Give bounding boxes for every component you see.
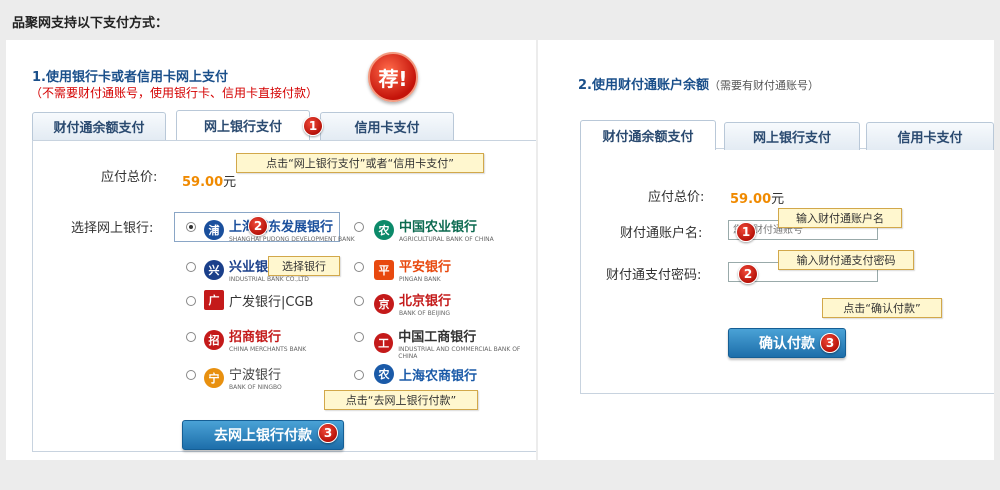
tab-online-banking[interactable]: 网上银行支付 [176,110,310,140]
bank-radio-nbcb[interactable] [186,370,196,380]
select-bank-label: 选择网上银行: [71,221,154,236]
bank-option-abc[interactable]: 农 中国农业银行 AGRICULTURAL BANK OF CHINA [374,216,494,243]
bank-radio-cgb[interactable] [186,296,196,306]
nbcb-logo-icon: 宁 [204,367,224,388]
callout-step2: 选择银行 [268,256,340,276]
cgb-logo-icon: 广 [204,290,224,310]
bank-radio-cib[interactable] [186,262,196,272]
bank-radio-pingan[interactable] [354,262,364,272]
section-subtitle: （不需要财付通账号，使用银行卡、信用卡直接付款） [30,86,319,100]
tab-tenpay-balance[interactable]: 财付通余额支付 [580,120,716,150]
pingan-logo-icon: 平 [374,259,394,280]
callout-step2: 输入财付通支付密码 [778,250,914,270]
account-label: 财付通账户名: [620,226,703,241]
bob-logo-icon: 京 [374,293,394,314]
bank-radio-spdb[interactable] [186,222,196,232]
bank-option-pingan[interactable]: 平 平安银行 PINGAN BANK [374,256,451,283]
step-3-marker: 3 [318,423,338,443]
bank-radio-cmb[interactable] [186,332,196,342]
amount-value: 59.00元 [730,192,785,207]
step-2-marker: 2 [248,216,268,236]
callout-step1: 输入财付通账户名 [778,208,902,228]
amount-value: 59.00元 [182,175,237,190]
recommend-badge: 荐! [368,52,418,102]
bank-option-cgb[interactable]: 广 广发银行|CGB [204,290,313,310]
step-2-marker: 2 [738,264,758,284]
bank-option-cmb[interactable]: 招 招商银行 CHINA MERCHANTS BANK [204,326,306,353]
tab-credit-card[interactable]: 信用卡支付 [320,112,454,140]
callout-step3: 点击“去网上银行付款” [324,390,478,410]
cib-logo-icon: 兴 [204,259,224,280]
spdb-logo-icon: 浦 [204,219,224,240]
tab-online-banking[interactable]: 网上银行支付 [724,122,860,150]
page-title: 品聚网支持以下支付方式： [12,16,169,31]
cmb-logo-icon: 招 [204,329,224,350]
amount-label: 应付总价: [648,190,705,205]
bank-option-spdb[interactable]: 浦 上海浦东发展银行 SHANGHAI PUDONG DEVELOPMENT BA… [204,216,355,243]
tenpay-balance-panel: 2.使用财付通账户余额（需要有财付通账号） 财付通余额支付 网上银行支付 信用卡… [538,40,994,460]
bank-radio-srcb[interactable] [354,370,364,380]
step-1-marker: 1 [303,116,323,136]
icbc-logo-icon: 工 [374,333,394,353]
callout-step3: 点击“确认付款” [822,298,942,318]
bank-option-nbcb[interactable]: 宁 宁波银行 BANK OF NINGBO [204,364,282,391]
bank-option-icbc[interactable]: 工 中国工商银行 INDUSTRIAL AND COMMERCIAL BANK O… [374,326,536,360]
abc-logo-icon: 农 [374,219,394,240]
amount-label: 应付总价: [101,170,158,185]
bank-radio-abc[interactable] [354,222,364,232]
password-label: 财付通支付密码: [606,268,702,283]
step-3-marker: 3 [820,333,840,353]
bank-radio-icbc[interactable] [354,332,364,342]
tab-credit-card[interactable]: 信用卡支付 [866,122,994,150]
step-1-marker: 1 [736,222,756,242]
tab-tenpay-balance[interactable]: 财付通余额支付 [32,112,166,140]
bank-radio-bob[interactable] [354,296,364,306]
bank-option-srcb[interactable]: 农 上海农商银行 [374,364,477,384]
section-title: 1.使用银行卡或者信用卡网上支付 [32,70,228,85]
section-title: 2.使用财付通账户余额（需要有财付通账号） [578,78,819,93]
bank-card-payment-panel: 1.使用银行卡或者信用卡网上支付 （不需要财付通账号，使用银行卡、信用卡直接付款… [6,40,536,460]
bank-option-bob[interactable]: 京 北京银行 BANK OF BEIJING [374,290,451,317]
srcb-logo-icon: 农 [374,364,394,384]
callout-step1: 点击“网上银行支付”或者“信用卡支付” [236,153,484,173]
